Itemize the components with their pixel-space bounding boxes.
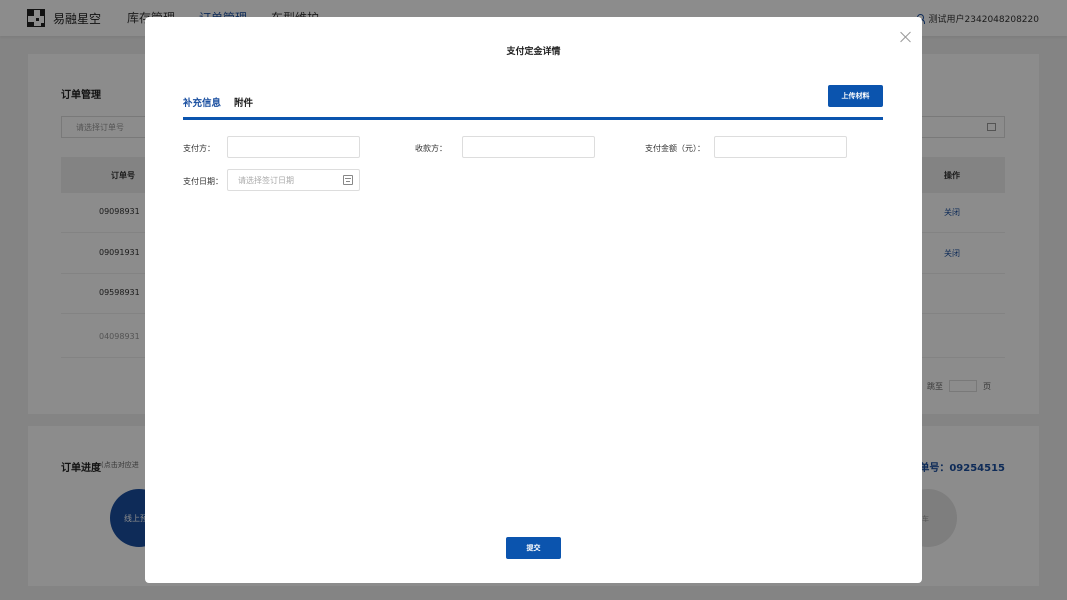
pay-date-field[interactable] [227,169,360,191]
pay-date-picker [227,169,360,191]
amount-label: 支付金额（元）： [645,144,705,153]
modal-tabs: 补充信息 附件 [183,95,253,109]
payee-field[interactable] [462,136,595,158]
close-icon[interactable] [900,31,912,43]
upload-material-button[interactable]: 上传材料 [828,85,883,107]
modal-title: 支付定金详情 [506,47,561,57]
submit-button[interactable]: 提交 [506,537,561,559]
tab-supplementary-info[interactable]: 补充信息 [183,95,221,109]
payer-label: 支付方： [183,144,215,153]
payee-label: 收款方： [415,144,447,153]
calendar-icon[interactable] [343,175,353,185]
tab-divider [183,117,883,120]
payer-field[interactable] [227,136,360,158]
deposit-detail-modal: 支付定金详情 补充信息 附件 上传材料 支付方： 收款方： 支付金额（元）： 支… [145,17,922,583]
amount-field[interactable] [714,136,847,158]
pay-date-label: 支付日期： [183,177,223,186]
tab-attachments[interactable]: 附件 [234,95,253,109]
